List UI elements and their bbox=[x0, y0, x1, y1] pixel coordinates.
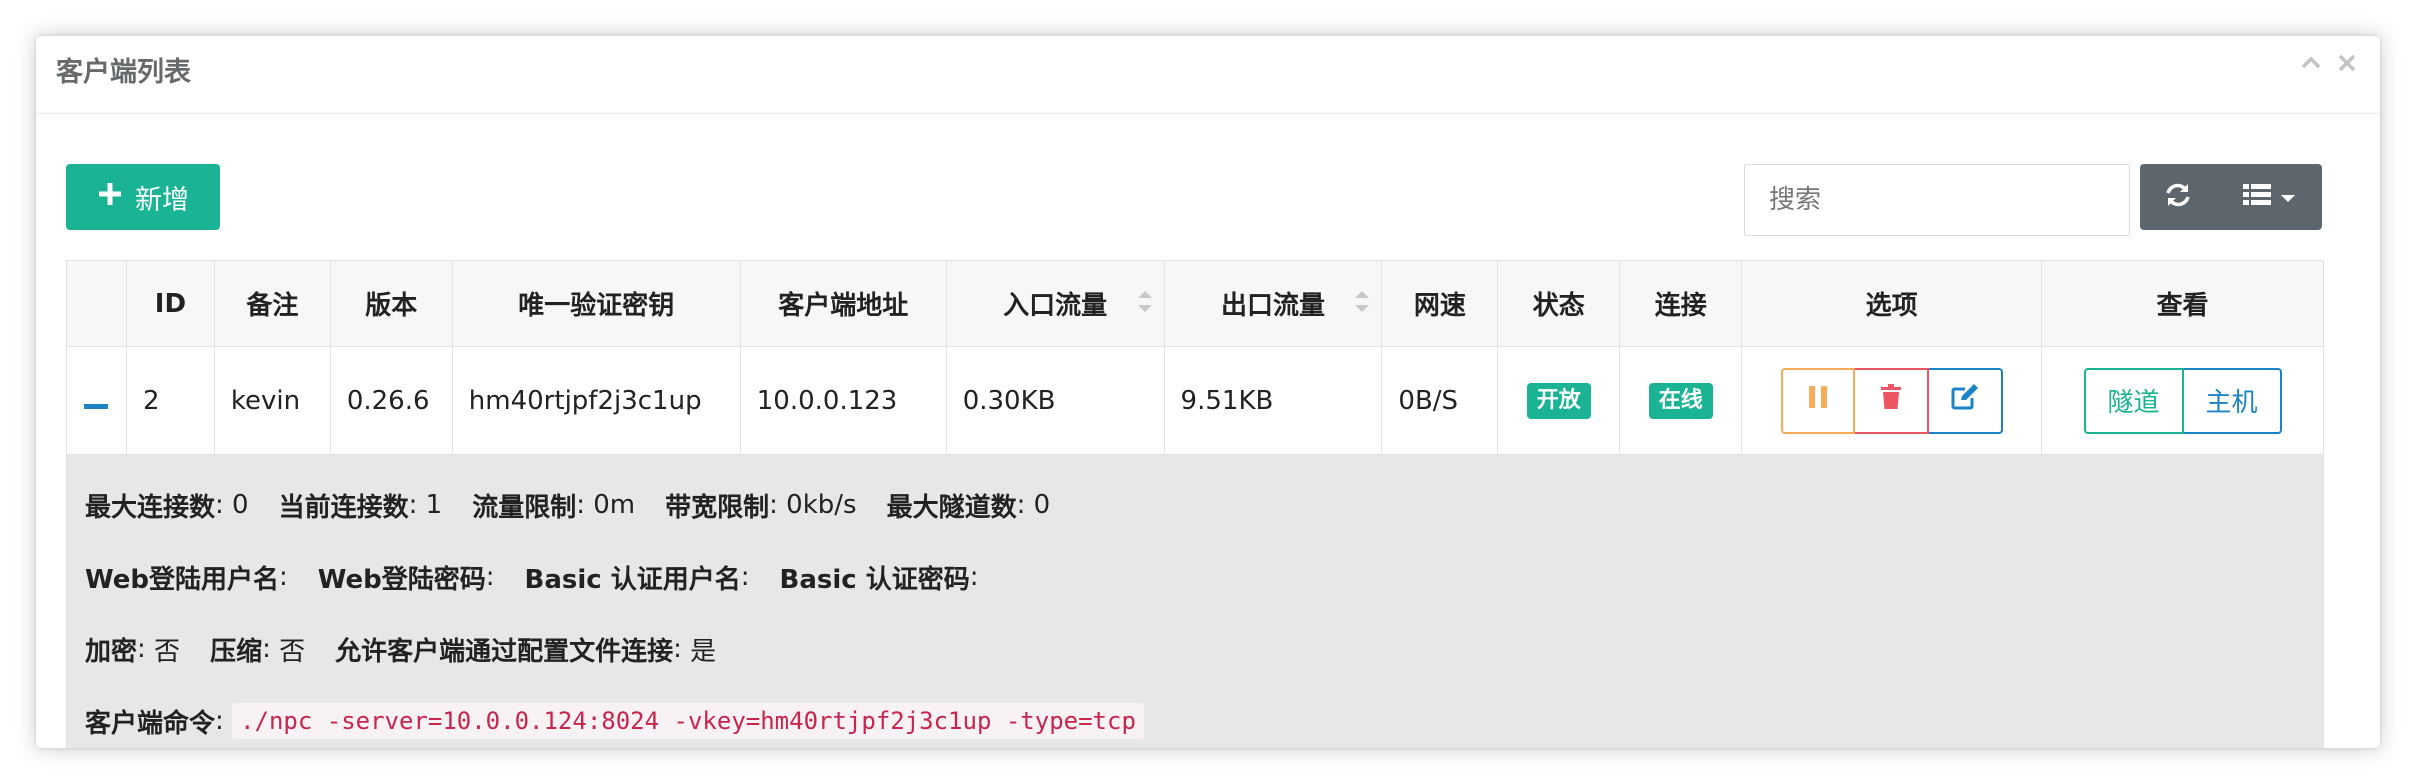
columns-toggle-button[interactable] bbox=[2216, 164, 2322, 230]
minus-icon bbox=[84, 403, 109, 409]
detail-auth-line: Web登陆用户名: Web登陆密码: Basic 认证用户名: Basic 认证… bbox=[85, 541, 2323, 613]
table-header-row: ID 备注 版本 唯一验证密钥 客户端地址 入口流量 出口流量 网速 状态 连接… bbox=[66, 260, 2324, 347]
web-pass-label: Web登陆密码 bbox=[317, 564, 486, 595]
cur-conn-label: 当前连接数 bbox=[278, 492, 409, 523]
detail-options-line: 加密: 否 压缩: 否 允许客户端通过配置文件连接: 是 bbox=[85, 613, 2323, 685]
trash-icon bbox=[1880, 384, 1902, 417]
collapse-chevron-up-icon[interactable] bbox=[2300, 52, 2322, 74]
status-badge: 开放 bbox=[1526, 382, 1591, 419]
cell-speed: 0B/S bbox=[1381, 346, 1499, 455]
host-button[interactable]: 主机 bbox=[2183, 367, 2282, 434]
panel-tools bbox=[2300, 52, 2358, 74]
header-status[interactable]: 状态 bbox=[1497, 260, 1621, 347]
cell-view: 隧道 主机 bbox=[2041, 346, 2324, 455]
cell-in-flow: 0.30KB bbox=[945, 346, 1165, 455]
panel-header: 客户端列表 bbox=[36, 36, 2380, 114]
header-vkey[interactable]: 唯一验证密钥 bbox=[451, 260, 741, 347]
client-table: ID 备注 版本 唯一验证密钥 客户端地址 入口流量 出口流量 网速 状态 连接… bbox=[66, 260, 2324, 748]
client-list-panel: 客户端列表 新增 搜索 ID 备注 版本 唯一验证密钥 客户端地址 入口流量 出… bbox=[36, 36, 2380, 748]
options-button-group bbox=[1780, 367, 2003, 434]
cell-id: 2 bbox=[125, 346, 215, 455]
cell-address: 10.0.0.123 bbox=[739, 346, 947, 455]
max-conn-value: 0 bbox=[232, 490, 249, 520]
refresh-button[interactable] bbox=[2140, 164, 2216, 230]
header-view[interactable]: 查看 bbox=[2041, 260, 2324, 347]
rate-limit-label: 带宽限制 bbox=[665, 492, 770, 523]
flow-limit-label: 流量限制 bbox=[472, 492, 577, 523]
header-options[interactable]: 选项 bbox=[1741, 260, 2043, 347]
caret-down-icon bbox=[2281, 188, 2295, 207]
delete-button[interactable] bbox=[1854, 367, 1929, 434]
detail-command-line: 客户端命令: ./npc -server=10.0.0.124:8024 -vk… bbox=[85, 685, 2323, 748]
cell-remark: kevin bbox=[213, 346, 331, 455]
header-out-flow[interactable]: 出口流量 bbox=[1163, 260, 1383, 347]
refresh-icon bbox=[2164, 181, 2192, 213]
view-button-group: 隧道 主机 bbox=[2083, 367, 2282, 434]
config-conn-label: 允许客户端通过配置文件连接 bbox=[335, 636, 674, 667]
pause-button[interactable] bbox=[1780, 367, 1855, 434]
pause-icon bbox=[1807, 385, 1829, 416]
cell-vkey: hm40rtjpf2j3c1up bbox=[451, 346, 741, 455]
max-conn-label: 最大连接数 bbox=[85, 492, 216, 523]
detail-cell: 最大连接数: 0 当前连接数: 1 流量限制: 0m 带宽限制: 0kb/s 最… bbox=[66, 454, 2324, 748]
compress-label: 压缩 bbox=[210, 636, 263, 667]
search-input[interactable] bbox=[1744, 164, 2130, 236]
cell-options bbox=[1741, 346, 2043, 455]
detail-limits-line: 最大连接数: 0 当前连接数: 1 流量限制: 0m 带宽限制: 0kb/s 最… bbox=[85, 469, 2323, 541]
cmd-label: 客户端命令 bbox=[85, 708, 216, 739]
header-expand bbox=[66, 260, 127, 347]
header-in-flow[interactable]: 入口流量 bbox=[945, 260, 1165, 347]
header-speed[interactable]: 网速 bbox=[1381, 260, 1499, 347]
collapse-row-toggle[interactable] bbox=[66, 346, 127, 455]
header-remark[interactable]: 备注 bbox=[213, 260, 331, 347]
header-connection[interactable]: 连接 bbox=[1619, 260, 1743, 347]
header-id[interactable]: ID bbox=[125, 260, 215, 347]
web-user-label: Web登陆用户名 bbox=[85, 564, 279, 595]
rate-limit-value: 0kb/s bbox=[786, 490, 857, 520]
cur-conn-value: 1 bbox=[425, 490, 443, 520]
add-client-button[interactable]: 新增 bbox=[66, 164, 220, 230]
basic-pass-label: Basic 认证密码 bbox=[779, 564, 970, 595]
edit-button[interactable] bbox=[1928, 367, 2003, 434]
compress-value: 否 bbox=[279, 636, 306, 667]
connection-badge: 在线 bbox=[1648, 382, 1713, 419]
config-conn-value: 是 bbox=[690, 636, 717, 667]
flow-limit-value: 0m bbox=[593, 490, 636, 520]
client-command[interactable]: ./npc -server=10.0.0.124:8024 -vkey=hm40… bbox=[232, 703, 1144, 739]
basic-user-label: Basic 认证用户名 bbox=[524, 564, 741, 595]
close-icon[interactable] bbox=[2336, 52, 2358, 74]
detail-row: 最大连接数: 0 当前连接数: 1 流量限制: 0m 带宽限制: 0kb/s 最… bbox=[66, 454, 2324, 748]
cell-connection: 在线 bbox=[1619, 346, 1743, 455]
encrypt-label: 加密 bbox=[85, 636, 138, 667]
add-button-label: 新增 bbox=[135, 184, 189, 216]
cell-status: 开放 bbox=[1497, 346, 1621, 455]
plus-icon bbox=[97, 181, 123, 214]
header-address[interactable]: 客户端地址 bbox=[739, 260, 947, 347]
edit-icon bbox=[1951, 384, 1979, 417]
cell-out-flow: 9.51KB bbox=[1163, 346, 1383, 455]
table-tools-group bbox=[2140, 164, 2322, 230]
panel-title: 客户端列表 bbox=[56, 57, 191, 88]
list-icon bbox=[2243, 183, 2271, 211]
max-tunnel-value: 0 bbox=[1033, 490, 1051, 520]
header-version[interactable]: 版本 bbox=[329, 260, 453, 347]
max-tunnel-label: 最大隧道数 bbox=[886, 492, 1017, 523]
cell-version: 0.26.6 bbox=[329, 346, 453, 455]
table-row: 2 kevin 0.26.6 hm40rtjpf2j3c1up 10.0.0.1… bbox=[66, 346, 2324, 455]
encrypt-value: 否 bbox=[154, 636, 181, 667]
tunnel-button[interactable]: 隧道 bbox=[2083, 367, 2184, 434]
